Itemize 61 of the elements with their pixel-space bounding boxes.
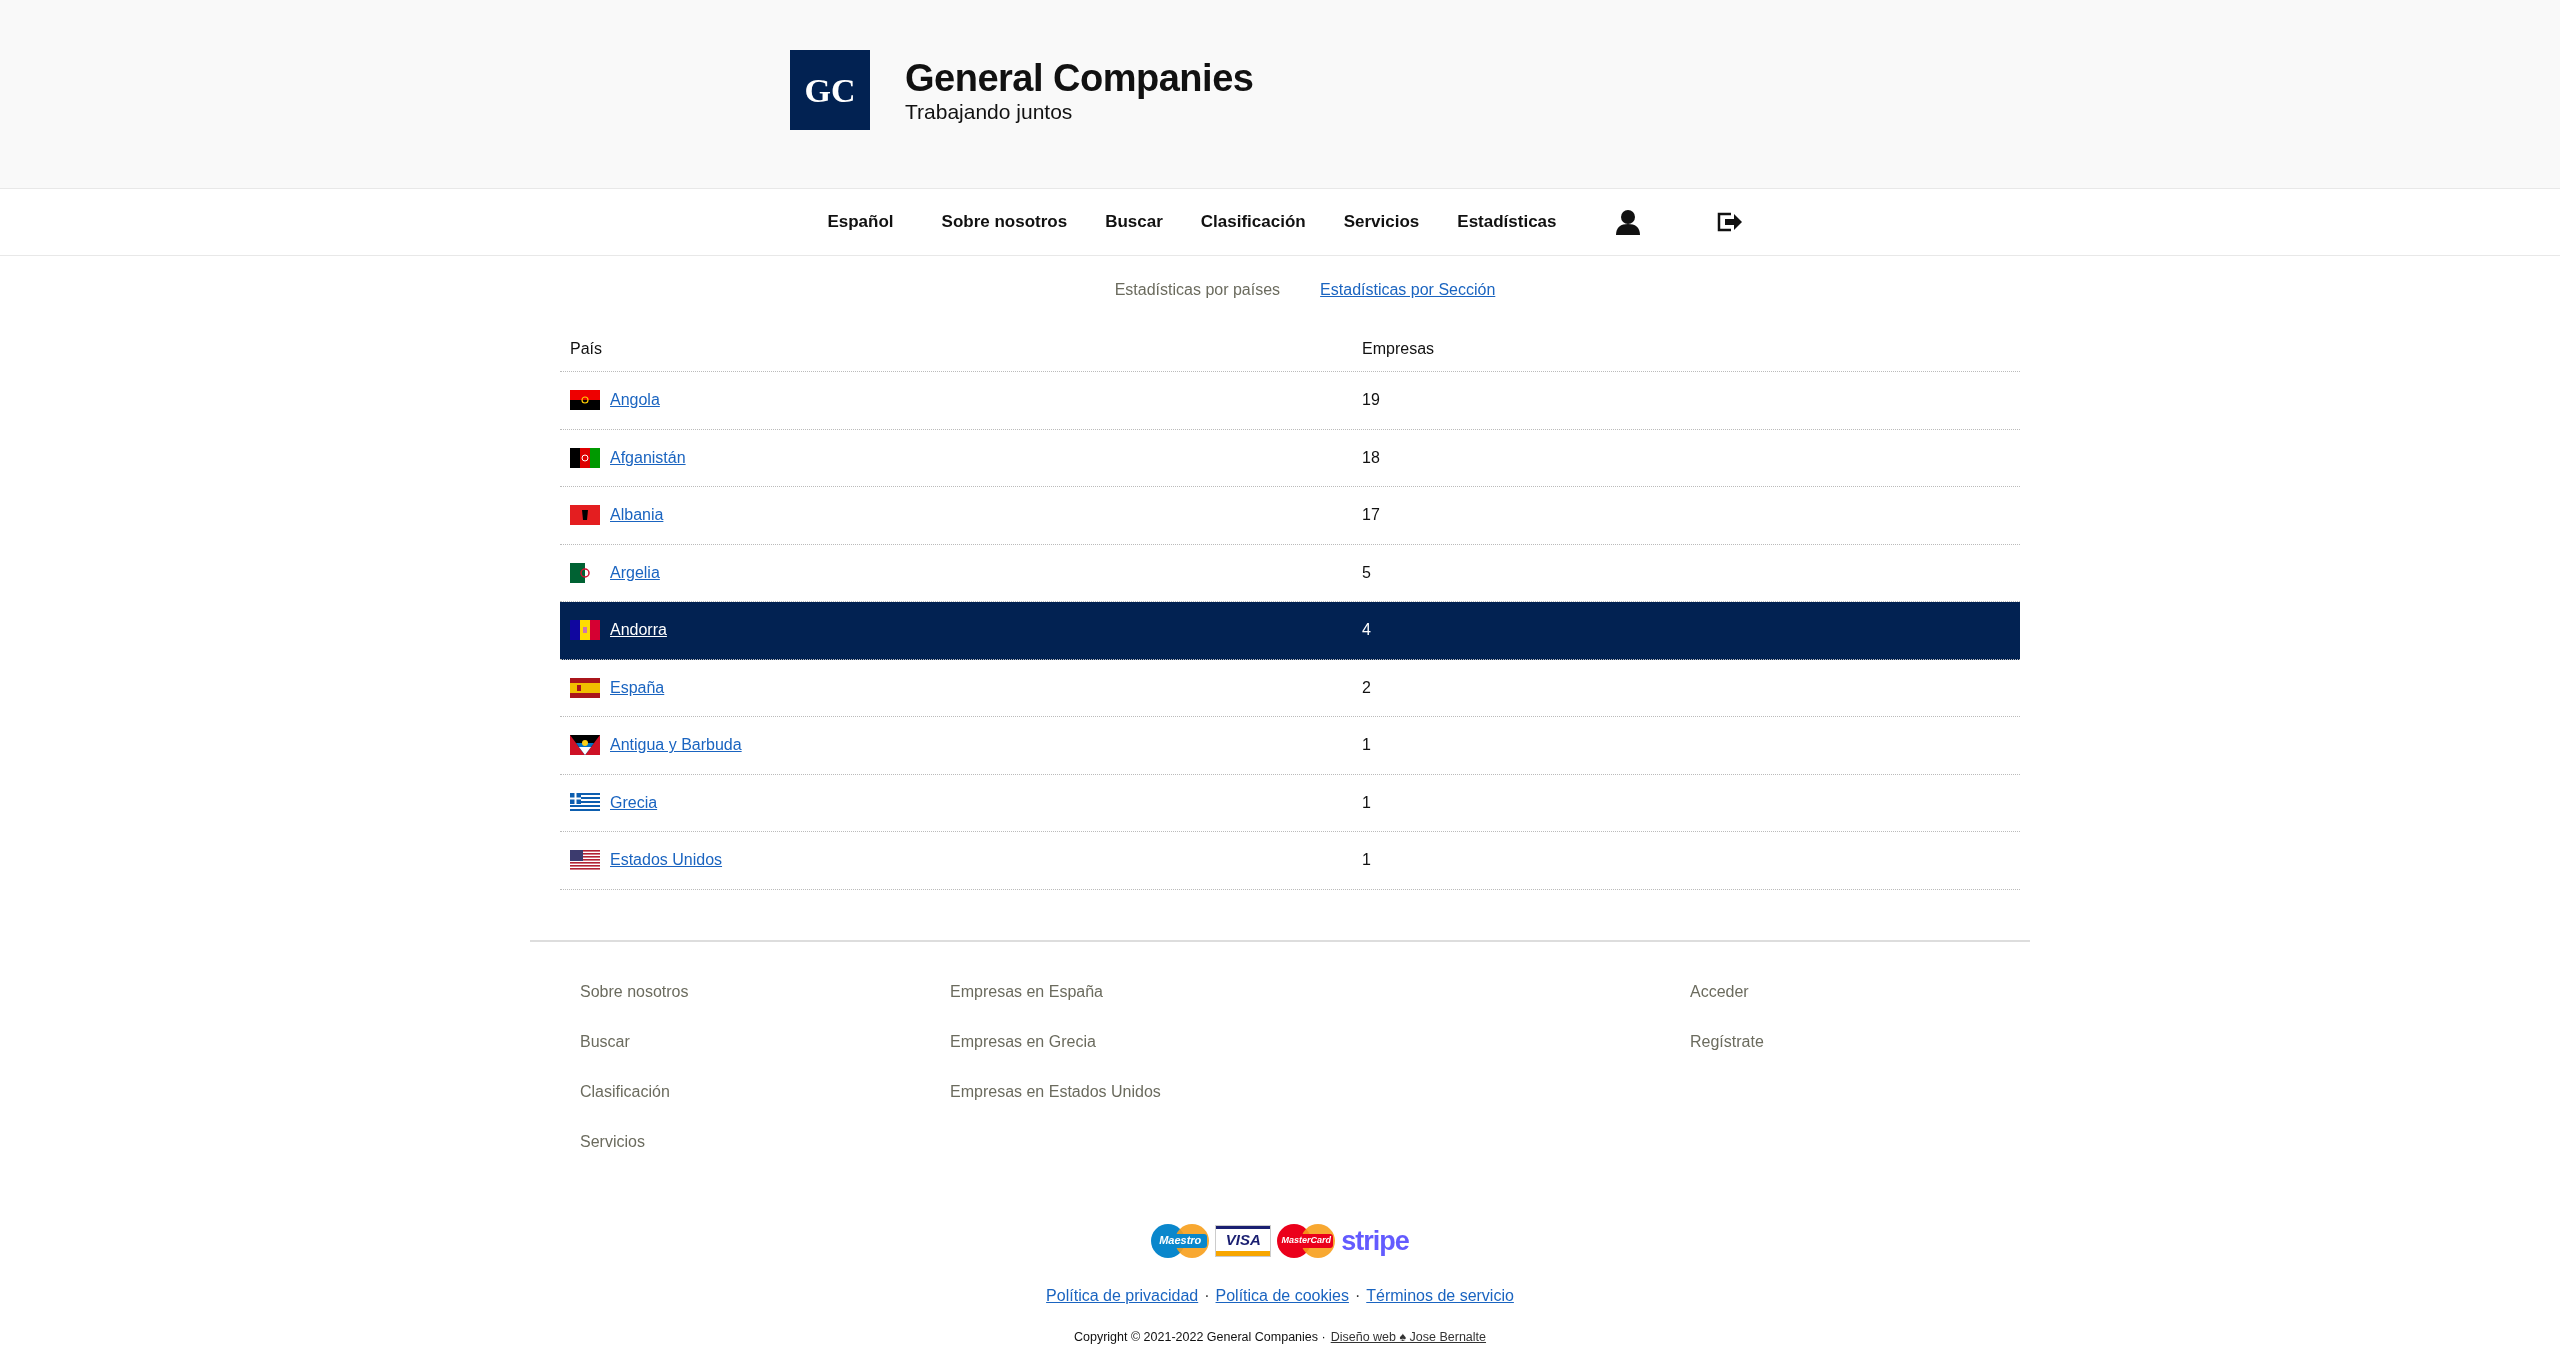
- logo: GC: [790, 50, 870, 130]
- company-count: 18: [1362, 447, 1380, 468]
- nav-link[interactable]: Servicios: [1343, 209, 1420, 235]
- flag-icon: [570, 735, 600, 756]
- nav-link[interactable]: Buscar: [1105, 209, 1163, 235]
- stats-tab[interactable]: Estadísticas por países: [1114, 278, 1281, 302]
- flag-icon: [570, 792, 600, 813]
- copyright-text: Copyright © 2021-2022 General Companies ·: [1073, 1328, 1326, 1346]
- footer-link[interactable]: Empresas en Estados Unidos: [950, 1079, 1690, 1104]
- card-logo: MasterCard: [1277, 1223, 1336, 1258]
- flag-icon: [570, 620, 600, 641]
- company-count: 19: [1362, 390, 1380, 411]
- site-title: General Companies: [905, 56, 1254, 100]
- flag-icon: [570, 505, 600, 526]
- credit-link[interactable]: Diseño web ♠ Jose Bernalte: [1330, 1327, 1487, 1347]
- column-header: Empresas: [1362, 339, 1435, 357]
- footer-link[interactable]: Empresas en Grecia: [950, 1029, 1690, 1054]
- stats-tab[interactable]: Estadísticas por Sección: [1320, 278, 1496, 302]
- company-count: 1: [1362, 850, 1371, 871]
- country-link[interactable]: Estados Unidos: [610, 848, 723, 873]
- nav-link[interactable]: Español: [827, 209, 894, 235]
- user-icon[interactable]: [1614, 209, 1641, 235]
- country-link[interactable]: Albania: [610, 503, 664, 528]
- company-count: 2: [1362, 677, 1371, 698]
- company-count: 17: [1362, 505, 1380, 526]
- card-logo: Maestro: [1151, 1223, 1210, 1258]
- country-link[interactable]: España: [610, 675, 665, 700]
- nav-link[interactable]: Clasificación: [1200, 209, 1306, 235]
- flag-icon: [570, 677, 600, 698]
- footer-link[interactable]: Servicios: [580, 1129, 950, 1154]
- country-link[interactable]: Grecia: [610, 790, 658, 815]
- country-link[interactable]: Argelia: [610, 560, 660, 585]
- footer-link[interactable]: Buscar: [580, 1029, 950, 1054]
- country-link[interactable]: Andorra: [610, 618, 667, 643]
- footer-link[interactable]: Empresas en España: [950, 979, 1690, 1004]
- nav-link[interactable]: Sobre nosotros: [941, 209, 1068, 235]
- separator-dot: ·: [1354, 1285, 1361, 1306]
- company-count: 5: [1362, 562, 1371, 583]
- flag-icon: [570, 850, 600, 871]
- nav-link[interactable]: Estadísticas: [1457, 209, 1557, 235]
- country-link[interactable]: Angola: [610, 388, 660, 413]
- company-count: 1: [1362, 792, 1371, 813]
- logout-icon[interactable]: [1716, 211, 1743, 233]
- country-link[interactable]: Afganistán: [610, 445, 686, 470]
- legal-link[interactable]: Términos de servicio: [1366, 1283, 1514, 1308]
- column-header: País: [570, 339, 602, 357]
- flag-icon: [570, 447, 600, 468]
- company-count: 4: [1362, 620, 1371, 641]
- legal-link[interactable]: Política de privacidad: [1046, 1283, 1199, 1308]
- footer-link[interactable]: Regístrate: [1690, 1029, 1764, 1054]
- flag-icon: [570, 390, 600, 411]
- country-link[interactable]: Antigua y Barbuda: [610, 733, 742, 758]
- footer-link[interactable]: Sobre nosotros: [580, 979, 950, 1004]
- legal-link[interactable]: Política de cookies: [1215, 1283, 1349, 1308]
- card-logo: VISA: [1215, 1224, 1272, 1257]
- footer-link[interactable]: Clasificación: [580, 1079, 950, 1104]
- separator-dot: ·: [1204, 1285, 1210, 1306]
- site-tagline: Trabajando juntos: [905, 100, 1074, 124]
- footer-link[interactable]: Acceder: [1690, 979, 1764, 1004]
- company-count: 1: [1362, 735, 1371, 756]
- payment-logo: stripe: [1341, 1225, 1409, 1256]
